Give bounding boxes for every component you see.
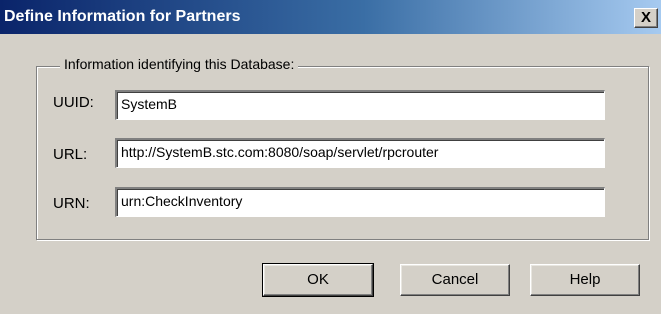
cancel-button[interactable]: Cancel [400, 264, 510, 296]
dialog-window: Define Information for Partners X Inform… [0, 0, 661, 314]
url-input[interactable]: http://SystemB.stc.com:8080/soap/servlet… [115, 138, 605, 168]
uuid-input[interactable]: SystemB [115, 90, 605, 120]
close-button[interactable]: X [634, 8, 658, 28]
uuid-label: UUID: [53, 94, 94, 111]
ok-button[interactable]: OK [262, 263, 374, 297]
group-label: Information identifying this Database: [60, 56, 299, 72]
url-label: URL: [53, 146, 88, 163]
urn-label: URN: [53, 195, 90, 212]
help-button[interactable]: Help [530, 264, 640, 296]
title-bar[interactable]: Define Information for Partners X [0, 0, 661, 34]
dialog-title: Define Information for Partners [4, 8, 241, 25]
urn-input[interactable]: urn:CheckInventory [115, 187, 605, 217]
close-icon: X [640, 9, 651, 26]
